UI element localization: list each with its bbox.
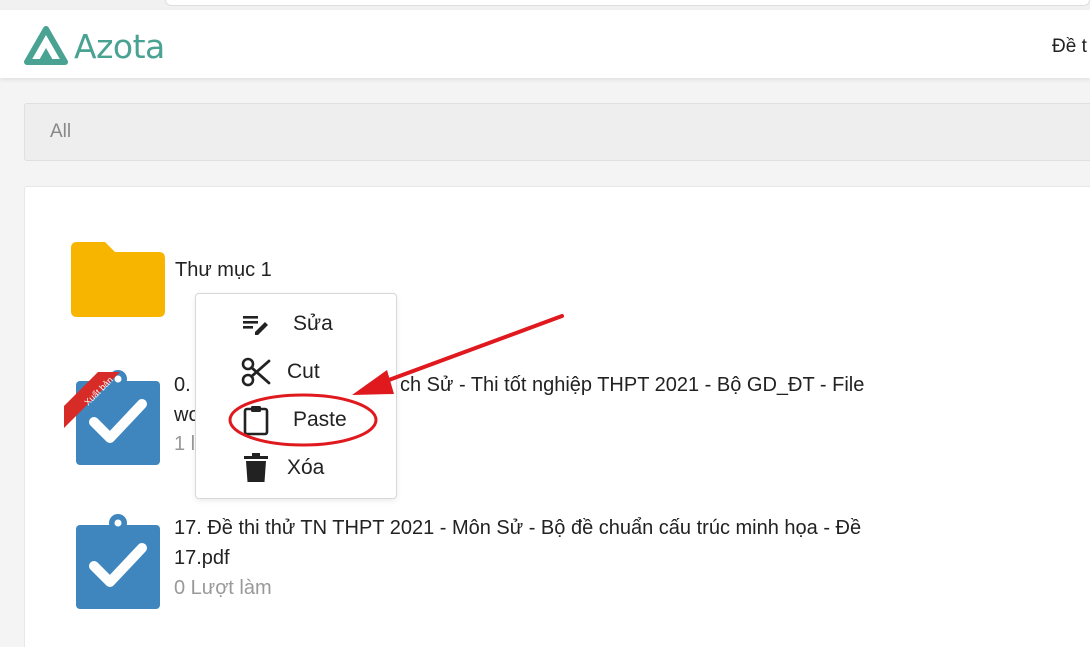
document-title-part[interactable]: 0. bbox=[174, 370, 191, 400]
clipboard-icon bbox=[243, 406, 269, 436]
context-menu: Sửa Cut Paste Xóa bbox=[195, 293, 397, 499]
app-header: Azota Đề t bbox=[0, 10, 1090, 78]
menu-item-paste[interactable]: Paste bbox=[196, 398, 396, 442]
menu-item-label: Cut bbox=[287, 360, 320, 383]
breadcrumb: All bbox=[24, 103, 1090, 161]
menu-item-label: Paste bbox=[293, 408, 347, 431]
address-bar[interactable] bbox=[165, 0, 1090, 6]
document-title[interactable]: 17. Đề thi thử TN THPT 2021 - Môn Sử - B… bbox=[174, 513, 904, 573]
menu-item-label: Sửa bbox=[293, 312, 333, 335]
trash-icon bbox=[244, 453, 268, 482]
document-attempts-count: 0 Lượt làm bbox=[174, 577, 272, 599]
menu-item-label: Xóa bbox=[287, 456, 325, 479]
menu-item-cut[interactable]: Cut bbox=[196, 350, 396, 394]
published-badge: Xuất bản bbox=[64, 372, 134, 442]
logo-text: Azota bbox=[74, 26, 165, 66]
folder-icon[interactable] bbox=[71, 242, 165, 317]
folder-name[interactable]: Thư mục 1 bbox=[175, 259, 272, 282]
browser-address-strip bbox=[0, 0, 1090, 10]
scissors-icon bbox=[241, 357, 271, 387]
header-nav-link[interactable]: Đề t bbox=[1052, 36, 1087, 58]
document-attempts-count: 1 l bbox=[174, 433, 196, 455]
breadcrumb-item-all[interactable]: All bbox=[50, 121, 71, 143]
menu-item-delete[interactable]: Xóa bbox=[196, 446, 396, 490]
azota-logo-icon bbox=[24, 26, 68, 65]
menu-item-edit[interactable]: Sửa bbox=[196, 302, 396, 346]
logo[interactable]: Azota bbox=[24, 26, 165, 66]
edit-icon bbox=[243, 316, 268, 335]
document-title-part[interactable]: ch Sử - Thi tốt nghiệp THPT 2021 - Bộ GD… bbox=[400, 370, 864, 400]
clipboard-check-icon[interactable] bbox=[74, 514, 160, 610]
